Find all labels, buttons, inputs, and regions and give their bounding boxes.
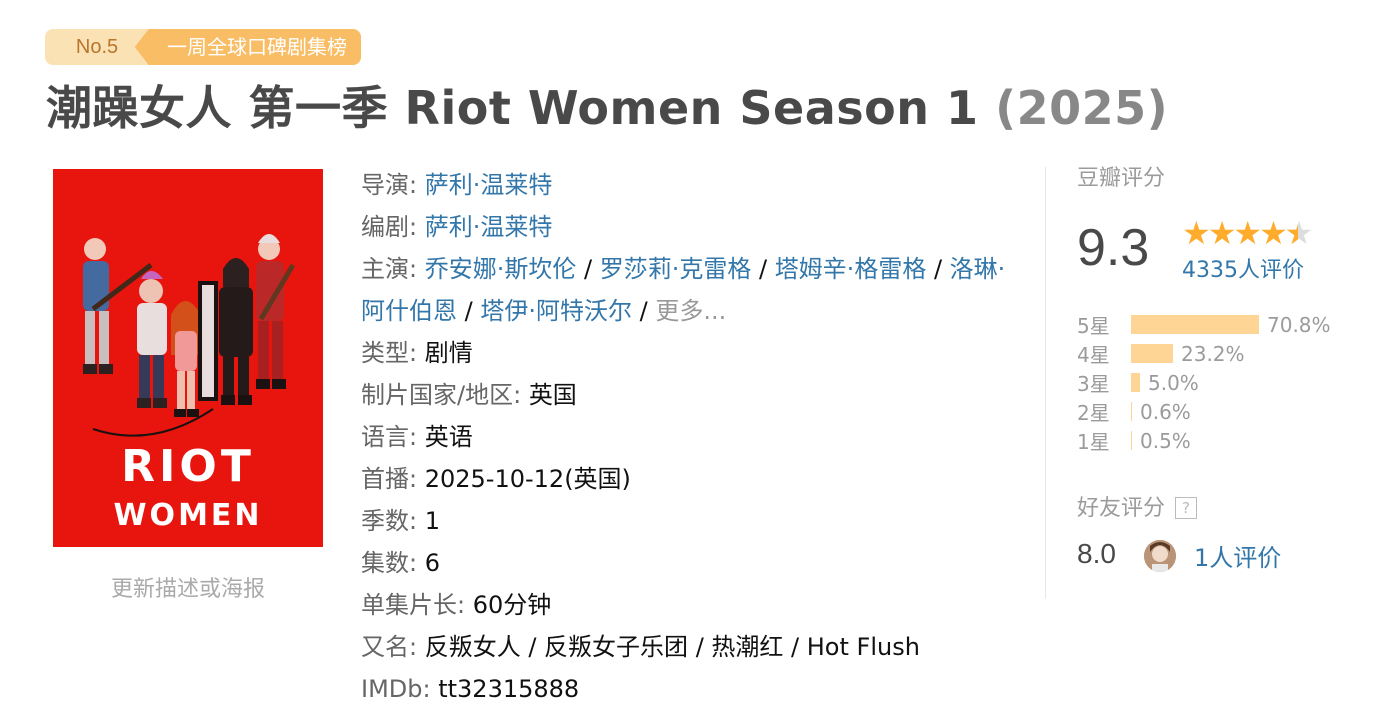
bar-percent: 23.2% bbox=[1181, 341, 1245, 366]
subject-info: 导演: 萨利·温莱特 编剧: 萨利·温莱特 主演: 乔安娜·斯坎伦 / 罗莎莉·… bbox=[361, 164, 1021, 710]
friends-label-text: 好友评分 bbox=[1077, 496, 1166, 521]
episodes-label: 集数 bbox=[361, 549, 409, 577]
writer-label: 编剧 bbox=[361, 213, 409, 241]
bar-percent: 0.5% bbox=[1140, 428, 1191, 453]
rating-label: 豆瓣评分 bbox=[1077, 166, 1166, 191]
cast-link[interactable]: 塔伊·阿特沃尔 bbox=[480, 297, 632, 325]
poster-text-line2: WOMEN bbox=[113, 498, 262, 533]
bar-fill bbox=[1131, 402, 1132, 421]
info-writer: 编剧: 萨利·温莱特 bbox=[361, 213, 553, 241]
title-year: (2025) bbox=[995, 81, 1169, 135]
bar-label: 1星 bbox=[1077, 430, 1110, 454]
rating-bar-row: 1星 0.5% bbox=[1077, 426, 1331, 455]
poster-text-line1: RIOT bbox=[121, 441, 255, 492]
rating-breakdown: 5星 70.8% 4星 23.2% 3星 5.0% 2星 0.6% 1星 0.5… bbox=[1077, 310, 1331, 455]
aka-label: 又名 bbox=[361, 633, 409, 661]
info-director: 导演: 萨利·温莱特 bbox=[361, 171, 553, 199]
info-seasons: 季数: 1 bbox=[361, 507, 440, 535]
rating-stars: ★★★★★ bbox=[1182, 214, 1314, 252]
bar-percent: 0.6% bbox=[1140, 399, 1191, 424]
info-runtime: 单集片长: 60分钟 bbox=[361, 591, 552, 619]
friends-score: 8.0 bbox=[1077, 538, 1116, 569]
director-label: 导演 bbox=[361, 171, 409, 199]
cast-label: 主演 bbox=[361, 255, 409, 283]
bar-percent: 70.8% bbox=[1267, 312, 1331, 337]
premiere-label: 首播 bbox=[361, 465, 409, 493]
friends-rating-label: 好友评分? bbox=[1077, 490, 1198, 522]
bar-fill bbox=[1131, 315, 1259, 334]
runtime-label: 单集片长 bbox=[361, 591, 457, 619]
imdb-label: IMDb bbox=[361, 675, 423, 703]
friend-avatar[interactable] bbox=[1144, 540, 1176, 572]
bar-fill bbox=[1131, 431, 1132, 450]
seasons-label: 季数 bbox=[361, 507, 409, 535]
star-icon: ★ bbox=[1207, 214, 1237, 252]
language-label: 语言 bbox=[361, 423, 409, 451]
avatar-image bbox=[1144, 540, 1176, 572]
bar-percent: 5.0% bbox=[1148, 370, 1199, 395]
help-icon[interactable]: ? bbox=[1175, 497, 1198, 519]
title-name: 潮躁女人 第一季 Riot Women Season 1 bbox=[46, 81, 979, 135]
bar-label: 2星 bbox=[1077, 401, 1110, 425]
bar-label: 3星 bbox=[1077, 372, 1110, 396]
cast-link[interactable]: 罗莎莉·克雷格 bbox=[600, 255, 752, 283]
country-label: 制片国家/地区 bbox=[361, 381, 514, 409]
info-episodes: 集数: 6 bbox=[361, 549, 440, 577]
rating-bar-row: 3星 5.0% bbox=[1077, 368, 1331, 397]
star-icon: ★ bbox=[1233, 214, 1262, 252]
poster-image[interactable]: RIOT WOMEN bbox=[53, 169, 323, 547]
language-value: 英语 bbox=[424, 423, 473, 451]
rank-number: No.5 bbox=[45, 29, 149, 65]
info-premiere: 首播: 2025-10-12(英国) bbox=[361, 465, 631, 493]
director-link[interactable]: 萨利·温莱特 bbox=[425, 171, 553, 199]
cast-link[interactable]: 乔安娜·斯坎伦 bbox=[425, 255, 577, 283]
cast-more-link[interactable]: 更多... bbox=[655, 297, 726, 325]
rating-bar-row: 4星 23.2% bbox=[1077, 339, 1331, 368]
info-genre: 类型: 剧情 bbox=[361, 339, 473, 367]
rating-panel: 豆瓣评分 9.3 ★★★★★ 4335人评价 5星 70.8% 4星 23.2%… bbox=[1077, 160, 1367, 572]
info-language: 语言: 英语 bbox=[361, 423, 473, 451]
half-star-icon: ★ bbox=[1285, 214, 1314, 252]
rating-bar-row: 5星 70.8% bbox=[1077, 310, 1331, 339]
rank-list-title: 一周全球口碑剧集榜 bbox=[135, 29, 361, 65]
genre-value: 剧情 bbox=[424, 339, 473, 367]
info-cast: 主演: 乔安娜·斯坎伦 / 罗莎莉·克雷格 / 塔姆辛·格雷格 / 洛琳·阿什伯… bbox=[361, 255, 1006, 325]
friends-votes-link[interactable]: 1人评价 bbox=[1194, 538, 1281, 573]
seasons-value: 1 bbox=[424, 507, 440, 535]
info-imdb: IMDb: tt32315888 bbox=[361, 675, 580, 703]
premiere-value: 2025-10-12(英国) bbox=[424, 465, 631, 493]
rating-score: 9.3 bbox=[1077, 219, 1150, 277]
genre-label: 类型 bbox=[361, 339, 409, 367]
runtime-value: 60分钟 bbox=[472, 591, 552, 619]
bar-fill bbox=[1131, 344, 1173, 363]
rating-votes-link[interactable]: 4335人评价 bbox=[1182, 252, 1304, 284]
update-poster-link[interactable]: 更新描述或海报 bbox=[53, 571, 323, 603]
rating-bar-row: 2星 0.6% bbox=[1077, 397, 1331, 426]
star-icon: ★ bbox=[1259, 214, 1288, 252]
info-country: 制片国家/地区: 英国 bbox=[361, 381, 577, 409]
info-aka: 又名: 反叛女人 / 反叛女子乐团 / 热潮红 / Hot Flush bbox=[361, 633, 920, 661]
bar-fill bbox=[1131, 373, 1140, 392]
imdb-value: tt32315888 bbox=[438, 675, 580, 703]
writer-link[interactable]: 萨利·温莱特 bbox=[425, 213, 553, 241]
rank-badge[interactable]: No.5 一周全球口碑剧集榜 bbox=[45, 29, 361, 65]
section-divider bbox=[1045, 167, 1046, 599]
bar-label: 4星 bbox=[1077, 343, 1110, 367]
poster-illustration: RIOT WOMEN bbox=[53, 169, 323, 547]
episodes-value: 6 bbox=[424, 549, 440, 577]
star-icon: ★ bbox=[1182, 214, 1211, 252]
aka-value: 反叛女人 / 反叛女子乐团 / 热潮红 / Hot Flush bbox=[424, 633, 920, 661]
cast-link[interactable]: 塔姆辛·格雷格 bbox=[775, 255, 927, 283]
page-title: 潮躁女人 第一季 Riot Women Season 1 (2025) bbox=[46, 72, 1168, 138]
country-value: 英国 bbox=[528, 381, 577, 409]
bar-label: 5星 bbox=[1077, 314, 1110, 338]
